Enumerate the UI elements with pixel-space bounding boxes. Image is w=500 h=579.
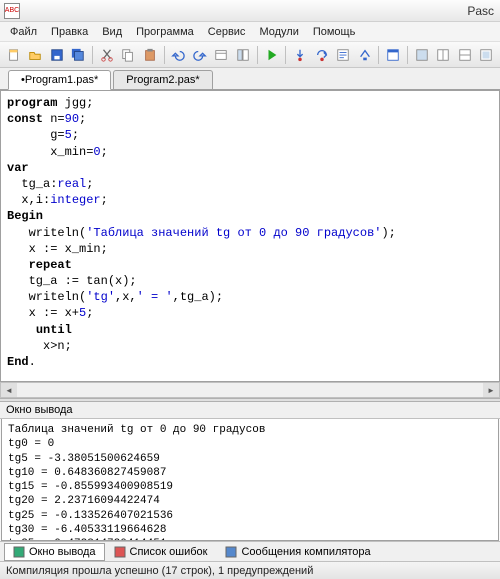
redo-button[interactable] — [190, 45, 210, 65]
output-tabs: Окно вывода Список ошибок Сообщения компил… — [0, 541, 500, 561]
menu-модули[interactable]: Модули — [253, 24, 304, 40]
toolbar — [0, 42, 500, 68]
win4-button[interactable] — [476, 45, 496, 65]
open-button[interactable] — [26, 45, 46, 65]
status-text: Компиляция прошла успешно (17 строк), 1 … — [6, 565, 313, 577]
titlebar: ABC Pasc — [0, 0, 500, 22]
saveall-button[interactable] — [69, 45, 89, 65]
copy-button[interactable] — [119, 45, 139, 65]
scroll-left-icon[interactable]: ◄ — [1, 383, 17, 397]
output-body[interactable]: Таблица значений tg от 0 до 90 градусов … — [1, 419, 499, 541]
output-title: Окно вывода — [0, 402, 500, 419]
output-tab-icon — [114, 546, 126, 558]
menubar: ФайлПравкаВидПрограммаСервисМодулиПомощь — [0, 22, 500, 42]
win3-button[interactable] — [455, 45, 475, 65]
output-tab-список-ошибок[interactable]: Список ошибок — [105, 543, 217, 561]
code-editor[interactable]: program jgg; const n=90; g=5; x_min=0; v… — [0, 90, 500, 382]
tab-program1pas[interactable]: •Program1.pas* — [8, 70, 111, 90]
statusbar: Компиляция прошла успешно (17 строк), 1 … — [0, 561, 500, 579]
save-button[interactable] — [47, 45, 67, 65]
menu-вид[interactable]: Вид — [96, 24, 128, 40]
menu-правка[interactable]: Правка — [45, 24, 94, 40]
nav-button[interactable] — [233, 45, 253, 65]
toolbar-separator — [164, 46, 165, 64]
menu-программа[interactable]: Программа — [130, 24, 200, 40]
props-button[interactable] — [212, 45, 232, 65]
output-tab-icon — [13, 546, 25, 558]
app-icon: ABC — [4, 3, 20, 19]
output-tab-label: Сообщения компилятора — [241, 546, 370, 558]
trace-button[interactable] — [333, 45, 353, 65]
menu-помощь[interactable]: Помощь — [307, 24, 362, 40]
editor-tabs: •Program1.pas*Program2.pas* — [0, 68, 500, 90]
run-button[interactable] — [262, 45, 282, 65]
stop-button[interactable] — [355, 45, 375, 65]
tab-program2pas[interactable]: Program2.pas* — [113, 70, 212, 89]
toolbar-separator — [378, 46, 379, 64]
menu-сервис[interactable]: Сервис — [202, 24, 252, 40]
toolbar-separator — [92, 46, 93, 64]
form-button[interactable] — [383, 45, 403, 65]
output-tab-icon — [225, 546, 237, 558]
paste-button[interactable] — [140, 45, 160, 65]
undo-button[interactable] — [169, 45, 189, 65]
toolbar-separator — [285, 46, 286, 64]
output-tab-label: Окно вывода — [29, 546, 96, 558]
toolbar-separator — [407, 46, 408, 64]
output-tab-окно-вывода[interactable]: Окно вывода — [4, 543, 105, 561]
output-tab-сообщения-компилятора[interactable]: Сообщения компилятора — [216, 543, 379, 561]
editor-scrollbar[interactable]: ◄ ► — [0, 382, 500, 398]
win2-button[interactable] — [433, 45, 453, 65]
output-tab-label: Список ошибок — [130, 546, 208, 558]
cut-button[interactable] — [97, 45, 117, 65]
scroll-right-icon[interactable]: ► — [483, 383, 499, 397]
scroll-track[interactable] — [17, 383, 483, 397]
menu-файл[interactable]: Файл — [4, 24, 43, 40]
window-title: Pasc — [467, 4, 494, 18]
win1-button[interactable] — [412, 45, 432, 65]
stepover-button[interactable] — [312, 45, 332, 65]
toolbar-separator — [257, 46, 258, 64]
output-panel: Окно вывода Таблица значений tg от 0 до … — [0, 402, 500, 561]
stepinto-button[interactable] — [290, 45, 310, 65]
new-button[interactable] — [4, 45, 24, 65]
